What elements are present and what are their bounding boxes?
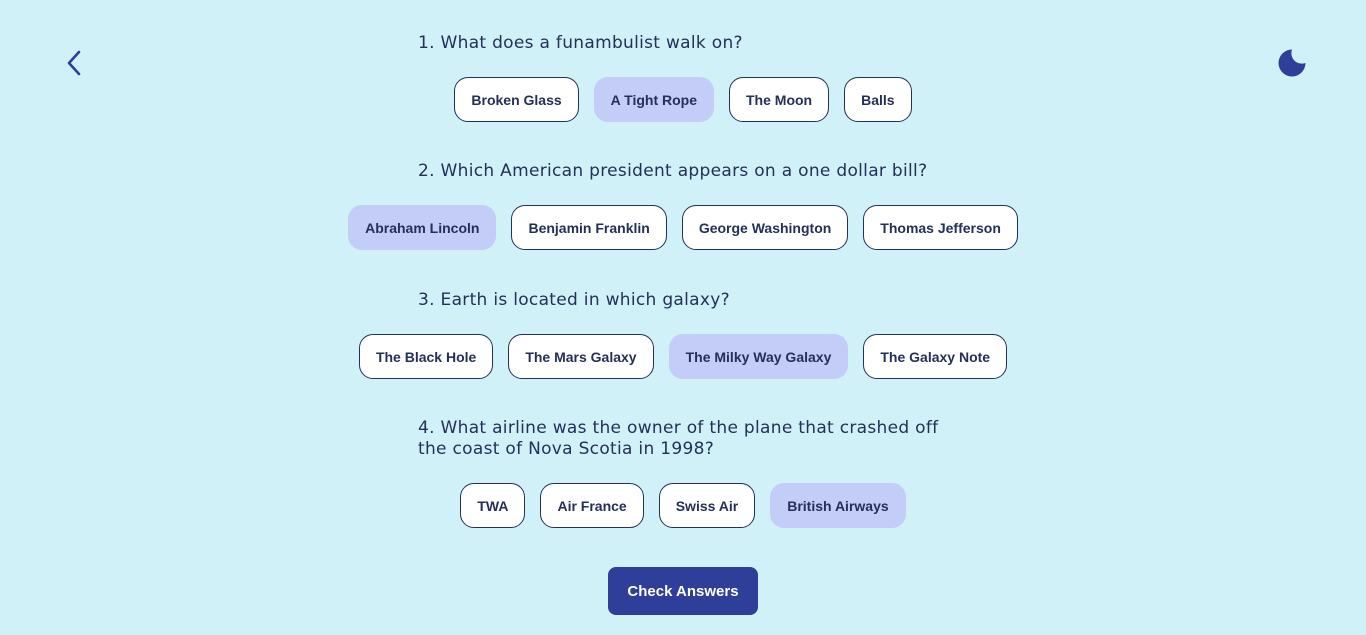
answer-options: Abraham Lincoln Benjamin Franklin George… xyxy=(0,205,1366,250)
question-text: 1. What does a funambulist walk on? xyxy=(418,33,743,53)
answer-options: Broken Glass A Tight Rope The Moon Balls xyxy=(0,77,1366,122)
answer-option[interactable]: The Moon xyxy=(729,77,830,122)
answer-option[interactable]: TWA xyxy=(460,483,526,528)
back-button[interactable] xyxy=(58,46,90,80)
answer-option[interactable]: George Washington xyxy=(681,205,849,250)
answer-option[interactable]: Air France xyxy=(540,483,644,528)
answer-option[interactable]: Thomas Jefferson xyxy=(863,205,1018,250)
answer-option-selected[interactable]: British Airways xyxy=(770,483,906,528)
moon-icon xyxy=(1278,49,1306,77)
question-text: 3. Earth is located in which galaxy? xyxy=(418,290,730,310)
answer-option[interactable]: The Black Hole xyxy=(358,334,494,379)
question-text: 4. What airline was the owner of the pla… xyxy=(418,418,939,459)
answer-option[interactable]: Balls xyxy=(844,77,912,122)
answer-option[interactable]: Broken Glass xyxy=(454,77,579,122)
answer-options: TWA Air France Swiss Air British Airways xyxy=(0,483,1366,528)
theme-toggle-button[interactable] xyxy=(1275,46,1309,80)
answer-option[interactable]: Swiss Air xyxy=(658,483,756,528)
answer-option[interactable]: Benjamin Franklin xyxy=(511,205,667,250)
answer-option-selected[interactable]: The Milky Way Galaxy xyxy=(668,334,849,379)
question-text: 2. Which American president appears on a… xyxy=(418,161,928,181)
answer-option[interactable]: The Mars Galaxy xyxy=(508,334,654,379)
answer-option-selected[interactable]: A Tight Rope xyxy=(593,77,714,122)
check-answers-button[interactable]: Check Answers xyxy=(608,567,758,615)
answer-options: The Black Hole The Mars Galaxy The Milky… xyxy=(0,334,1366,379)
chevron-left-icon xyxy=(67,50,81,76)
answer-option-selected[interactable]: Abraham Lincoln xyxy=(348,205,497,250)
answer-option[interactable]: The Galaxy Note xyxy=(863,334,1008,379)
